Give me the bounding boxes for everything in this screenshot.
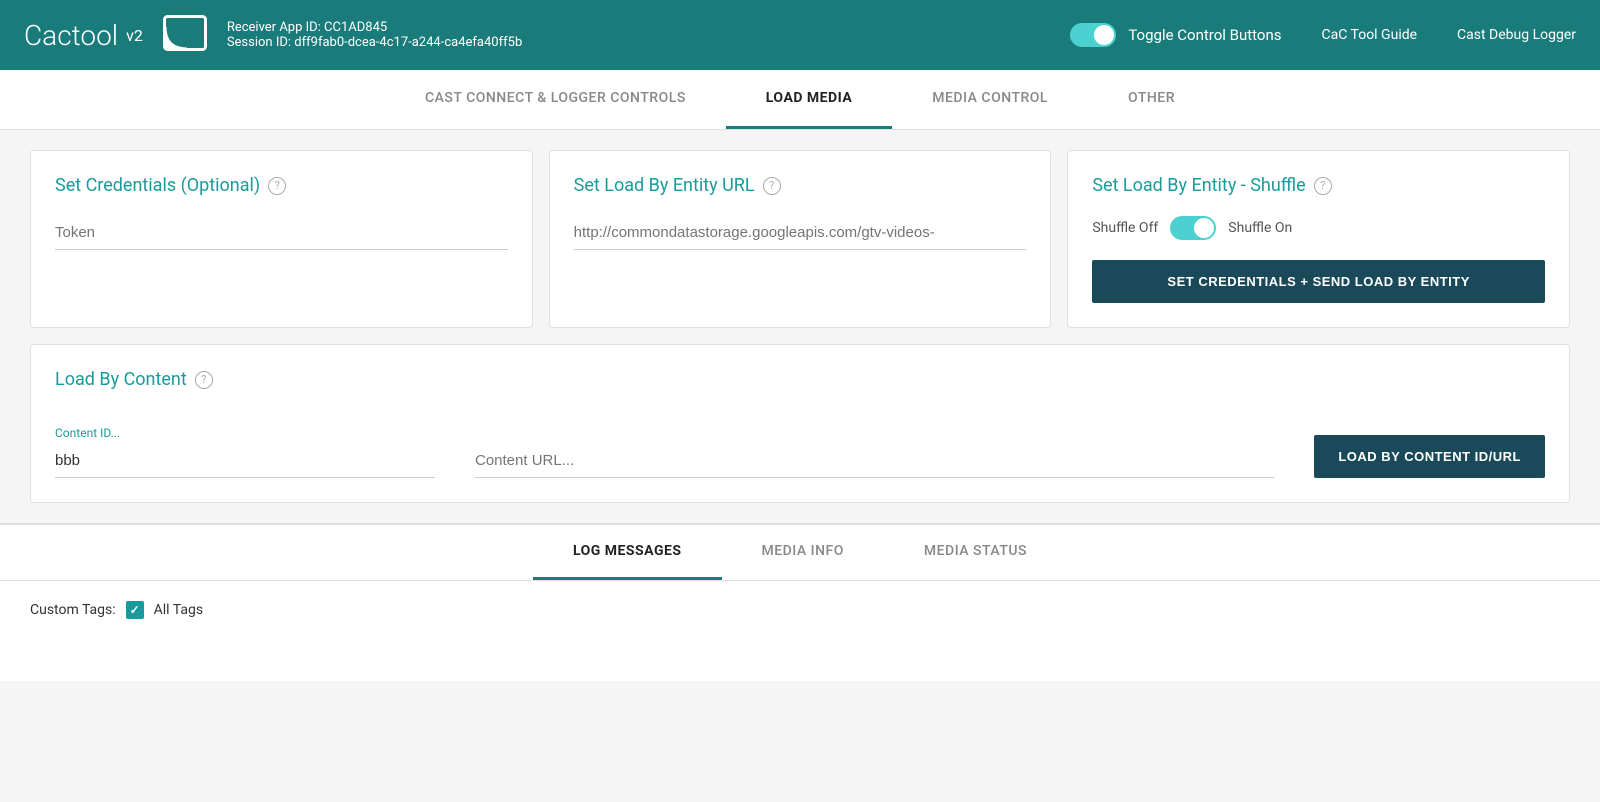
session-id: Session ID: dff9fab0-dcea-4c17-a244-ca4e… [227,35,522,50]
tab-media-status[interactable]: MEDIA STATUS [884,525,1067,580]
load-entity-shuffle-card-title: Set Load By Entity - Shuffle ? [1092,175,1545,196]
header-nav-links: CaC Tool Guide Cast Debug Logger [1322,27,1577,43]
entity-url-input[interactable] [574,216,1027,250]
content-id-label: Content ID... [55,426,435,440]
tab-log-messages[interactable]: LOG MESSAGES [533,525,722,580]
header-info: Receiver App ID: CC1AD845 Session ID: df… [227,20,522,50]
all-tags-label: All Tags [154,602,203,618]
logo-version: v2 [126,26,143,45]
toggle-control-buttons[interactable] [1070,23,1116,47]
content-id-section: Content ID... [55,426,435,478]
load-by-content-card: Load By Content ? Content ID... LOAD BY … [30,344,1570,503]
load-entity-url-card: Set Load By Entity URL ? [549,150,1052,328]
tab-cast-connect[interactable]: CAST CONNECT & LOGGER CONTROLS [385,70,726,129]
content-url-section [475,444,1274,478]
load-by-content-help-icon[interactable]: ? [195,371,213,389]
set-credentials-send-load-by-entity-button[interactable]: SET CREDENTIALS + SEND LOAD BY ENTITY [1092,260,1545,303]
receiver-app-id: Receiver App ID: CC1AD845 [227,20,522,35]
cac-tool-guide-link[interactable]: CaC Tool Guide [1322,27,1418,43]
load-entity-url-help-icon[interactable]: ? [763,177,781,195]
logo: Cactool v2 [24,15,207,55]
cast-debug-logger-link[interactable]: Cast Debug Logger [1457,27,1576,43]
credentials-card-title: Set Credentials (Optional) ? [55,175,508,196]
cards-row: Set Credentials (Optional) ? Set Load By… [30,150,1570,328]
bottom-section: LOG MESSAGES MEDIA INFO MEDIA STATUS Cus… [0,524,1600,681]
all-tags-checkbox[interactable] [126,601,144,619]
load-by-content-card-title: Load By Content ? [55,369,1545,390]
custom-tags-label: Custom Tags: [30,602,116,618]
credentials-card: Set Credentials (Optional) ? [30,150,533,328]
custom-tags-row: Custom Tags: All Tags [30,601,1570,619]
tab-media-info[interactable]: MEDIA INFO [722,525,884,580]
shuffle-on-label: Shuffle On [1228,220,1292,236]
tab-media-control[interactable]: MEDIA CONTROL [892,70,1088,129]
tab-other[interactable]: OTHER [1088,70,1215,129]
shuffle-off-label: Shuffle Off [1092,220,1158,236]
content-area: Set Credentials (Optional) ? Set Load By… [0,130,1600,523]
bottom-tabs: LOG MESSAGES MEDIA INFO MEDIA STATUS [0,525,1600,581]
cast-icon [163,15,207,55]
shuffle-toggle[interactable] [1170,216,1216,240]
content-url-input[interactable] [475,444,1274,478]
shuffle-row: Shuffle Off Shuffle On [1092,216,1545,240]
main-tabs: CAST CONNECT & LOGGER CONTROLS LOAD MEDI… [0,70,1600,130]
content-id-input[interactable] [55,444,435,478]
token-input[interactable] [55,216,508,250]
bottom-content: Custom Tags: All Tags [0,581,1600,681]
load-entity-shuffle-help-icon[interactable]: ? [1314,177,1332,195]
toggle-label: Toggle Control Buttons [1128,26,1281,44]
load-btn-section: LOAD BY CONTENT ID/URL [1314,435,1545,478]
logo-text: Cactool [24,19,118,52]
load-entity-shuffle-card: Set Load By Entity - Shuffle ? Shuffle O… [1067,150,1570,328]
load-entity-url-card-title: Set Load By Entity URL ? [574,175,1027,196]
load-content-inputs: Content ID... LOAD BY CONTENT ID/URL [55,426,1545,478]
toggle-area: Toggle Control Buttons [1070,23,1281,47]
header: Cactool v2 Receiver App ID: CC1AD845 Ses… [0,0,1600,70]
credentials-help-icon[interactable]: ? [268,177,286,195]
load-by-content-id-url-button[interactable]: LOAD BY CONTENT ID/URL [1314,435,1545,478]
tab-load-media[interactable]: LOAD MEDIA [726,70,892,129]
